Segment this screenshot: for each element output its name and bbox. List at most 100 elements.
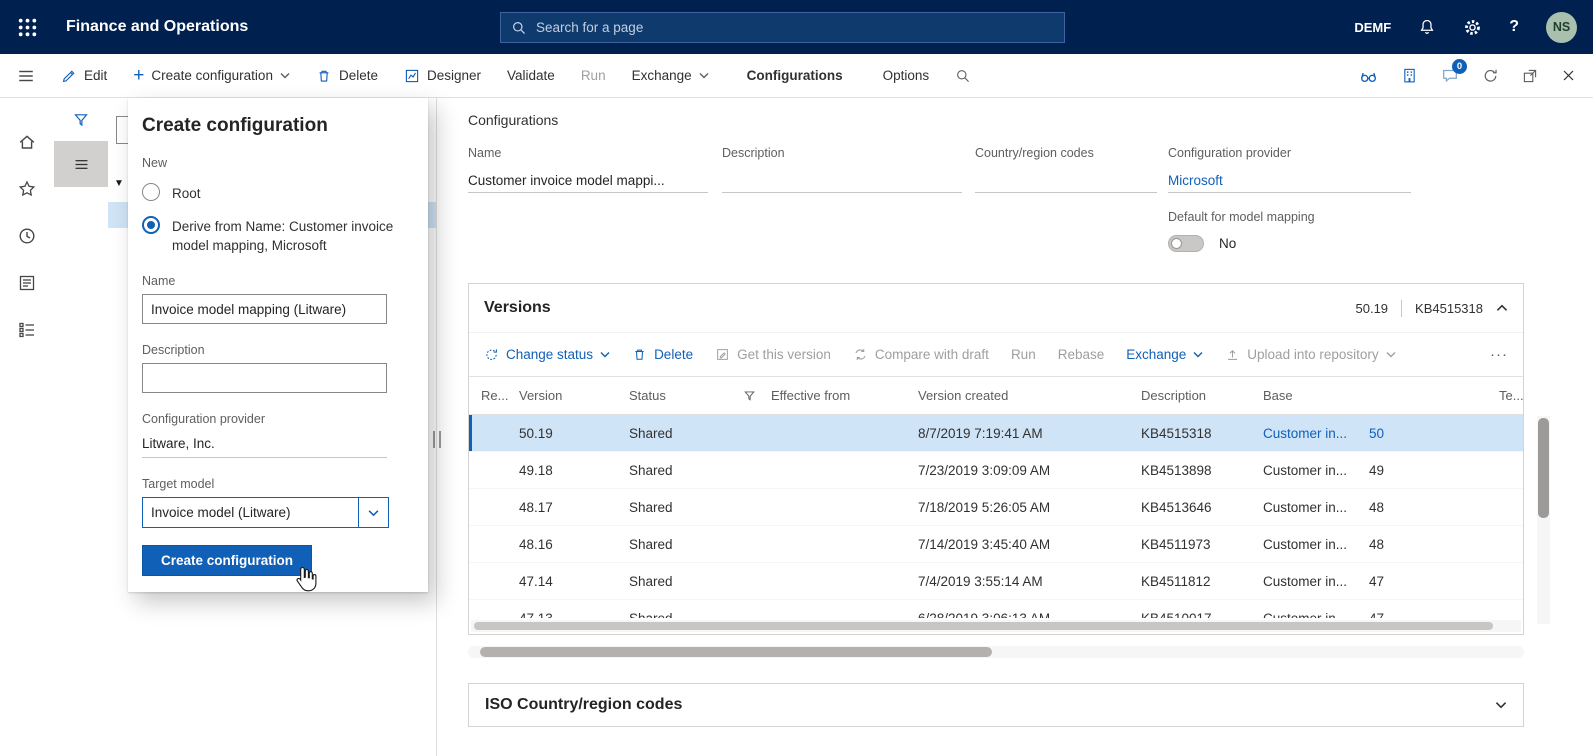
table-row[interactable]: 47.14 Shared 7/4/2019 3:55:14 AM KB45118…: [469, 563, 1523, 600]
radio-circle-selected: [142, 216, 160, 234]
tree-view-toggle[interactable]: [54, 141, 108, 187]
iso-section-title: ISO Country/region codes: [485, 696, 682, 714]
table-row[interactable]: 50.19 Shared 8/7/2019 7:19:41 AM KB45153…: [469, 415, 1523, 452]
table-row[interactable]: 48.17 Shared 7/18/2019 5:26:05 AM KB4513…: [469, 489, 1523, 526]
company-picker[interactable]: DEMF: [1354, 20, 1391, 35]
delete-button[interactable]: Delete: [316, 68, 378, 84]
hamburger-menu-icon[interactable]: [17, 67, 35, 85]
star-icon[interactable]: [17, 179, 37, 199]
versions-current-kb: KB4515318: [1415, 301, 1483, 316]
page-horizontal-scrollbar-thumb[interactable]: [480, 647, 992, 657]
exchange-menu-button[interactable]: Exchange: [632, 68, 709, 83]
dialog-description-input[interactable]: [142, 363, 387, 393]
field-name-label: Name: [468, 146, 708, 160]
create-configuration-button[interactable]: + Create configuration: [133, 68, 290, 83]
gear-icon[interactable]: [1463, 18, 1482, 37]
column-header-te[interactable]: Te...: [1499, 388, 1523, 403]
base-version-link[interactable]: 50: [1369, 426, 1499, 441]
column-header-effective-from[interactable]: Effective from: [771, 388, 918, 403]
upload-icon: [1225, 347, 1240, 362]
iso-country-region-codes-section[interactable]: ISO Country/region codes: [468, 683, 1524, 727]
rebase-label: Rebase: [1058, 347, 1105, 362]
versions-section: Versions 50.19 KB4515318 Change status D…: [468, 283, 1524, 635]
column-header-re[interactable]: Re...: [469, 388, 519, 403]
chevron-down-icon[interactable]: [1495, 701, 1507, 709]
pane-splitter-handle[interactable]: [433, 431, 441, 448]
versions-exchange-button[interactable]: Exchange: [1126, 347, 1203, 362]
change-status-button[interactable]: Change status: [484, 347, 610, 362]
building-icon[interactable]: [1401, 67, 1418, 84]
grid-vertical-scrollbar: [1537, 416, 1550, 624]
versions-current-version: 50.19: [1356, 301, 1389, 316]
column-header-base[interactable]: Base: [1263, 388, 1369, 403]
dialog-name-input[interactable]: [142, 294, 387, 324]
field-name-value[interactable]: Customer invoice model mappi...: [468, 169, 708, 193]
table-row[interactable]: 48.16 Shared 7/14/2019 3:45:40 AM KB4511…: [469, 526, 1523, 563]
more-commands-button[interactable]: ···: [1490, 346, 1508, 363]
table-row[interactable]: 49.18 Shared 7/23/2019 3:09:09 AM KB4513…: [469, 452, 1523, 489]
target-model-dropdown[interactable]: Invoice model (Litware): [142, 497, 389, 528]
filter-funnel-icon[interactable]: [73, 111, 90, 128]
dialog-create-configuration-button[interactable]: Create configuration: [142, 545, 312, 576]
field-country-region-codes-value[interactable]: [975, 169, 1157, 193]
chevron-up-icon[interactable]: [1496, 304, 1508, 312]
message-bubble-icon[interactable]: 0: [1441, 67, 1459, 84]
versions-delete-button[interactable]: Delete: [632, 347, 693, 362]
rebase-button: Rebase: [1058, 347, 1105, 362]
tree-expander-caret-icon[interactable]: ▼: [114, 178, 124, 189]
validate-button[interactable]: Validate: [507, 68, 555, 83]
column-header-version-created[interactable]: Version created: [918, 388, 1141, 403]
validate-label: Validate: [507, 68, 555, 83]
designer-button[interactable]: Designer: [404, 68, 481, 84]
chevron-down-icon[interactable]: [358, 498, 388, 527]
refresh-icon[interactable]: [1482, 67, 1499, 84]
top-navigation-bar: Finance and Operations DEMF ? NS: [0, 0, 1593, 54]
home-icon[interactable]: [17, 132, 37, 152]
open-in-new-window-icon[interactable]: [1522, 68, 1538, 84]
avatar[interactable]: NS: [1546, 12, 1577, 43]
change-status-icon: [484, 347, 499, 362]
actionbar-search-icon[interactable]: [955, 68, 971, 84]
search-input[interactable]: [536, 20, 1054, 35]
create-configuration-dialog: Create configuration New Root Derive fro…: [128, 98, 428, 592]
radio-option-derive[interactable]: Derive from Name: Customer invoice model…: [142, 216, 414, 255]
tab-configurations[interactable]: Configurations: [747, 68, 843, 83]
configuration-provider-link[interactable]: Microsoft: [1168, 169, 1411, 193]
tab-options[interactable]: Options: [883, 68, 930, 83]
hierarchy-list-icon[interactable]: [17, 320, 37, 340]
message-count-badge: 0: [1452, 59, 1467, 74]
dialog-provider-value: Litware, Inc.: [142, 430, 387, 458]
chevron-down-icon: [699, 72, 709, 79]
app-launcher-waffle-icon[interactable]: [0, 0, 54, 54]
topbar-right-cluster: DEMF ? NS: [1327, 12, 1593, 43]
form-icon[interactable]: [17, 273, 37, 293]
close-icon[interactable]: [1561, 68, 1576, 83]
column-filter-funnel-icon[interactable]: [743, 389, 771, 402]
base-configuration-link[interactable]: Customer in...: [1263, 426, 1369, 441]
upload-into-repository-label: Upload into repository: [1247, 347, 1378, 362]
trash-icon: [632, 347, 647, 362]
radio-derive-label: Derive from Name: Customer invoice model…: [172, 216, 407, 255]
table-row[interactable]: 47.13 Shared 6/28/2019 3:06:13 AM KB4510…: [469, 600, 1523, 618]
tab-options-label: Options: [883, 68, 930, 83]
dialog-title: Create configuration: [142, 115, 414, 137]
help-icon[interactable]: ?: [1509, 18, 1519, 36]
column-header-version[interactable]: Version: [519, 388, 629, 403]
default-for-model-mapping-toggle[interactable]: [1168, 235, 1204, 252]
grid-horizontal-scrollbar-thumb[interactable]: [474, 622, 1493, 630]
clock-icon[interactable]: [17, 226, 37, 246]
global-search-box: [500, 12, 1065, 43]
header-separator: [1401, 300, 1402, 317]
field-description-value[interactable]: [722, 169, 962, 193]
get-version-icon: [715, 347, 730, 362]
column-header-status[interactable]: Status: [629, 388, 743, 403]
glasses-icon[interactable]: [1359, 67, 1378, 84]
field-name: Name Customer invoice model mappi...: [468, 146, 708, 193]
dialog-description-label: Description: [142, 343, 414, 357]
edit-button[interactable]: Edit: [61, 68, 107, 84]
toggle-value: No: [1219, 236, 1236, 251]
column-header-description[interactable]: Description: [1141, 388, 1263, 403]
bell-icon[interactable]: [1418, 18, 1436, 36]
radio-option-root[interactable]: Root: [142, 183, 414, 203]
grid-vertical-scrollbar-thumb[interactable]: [1538, 418, 1549, 518]
